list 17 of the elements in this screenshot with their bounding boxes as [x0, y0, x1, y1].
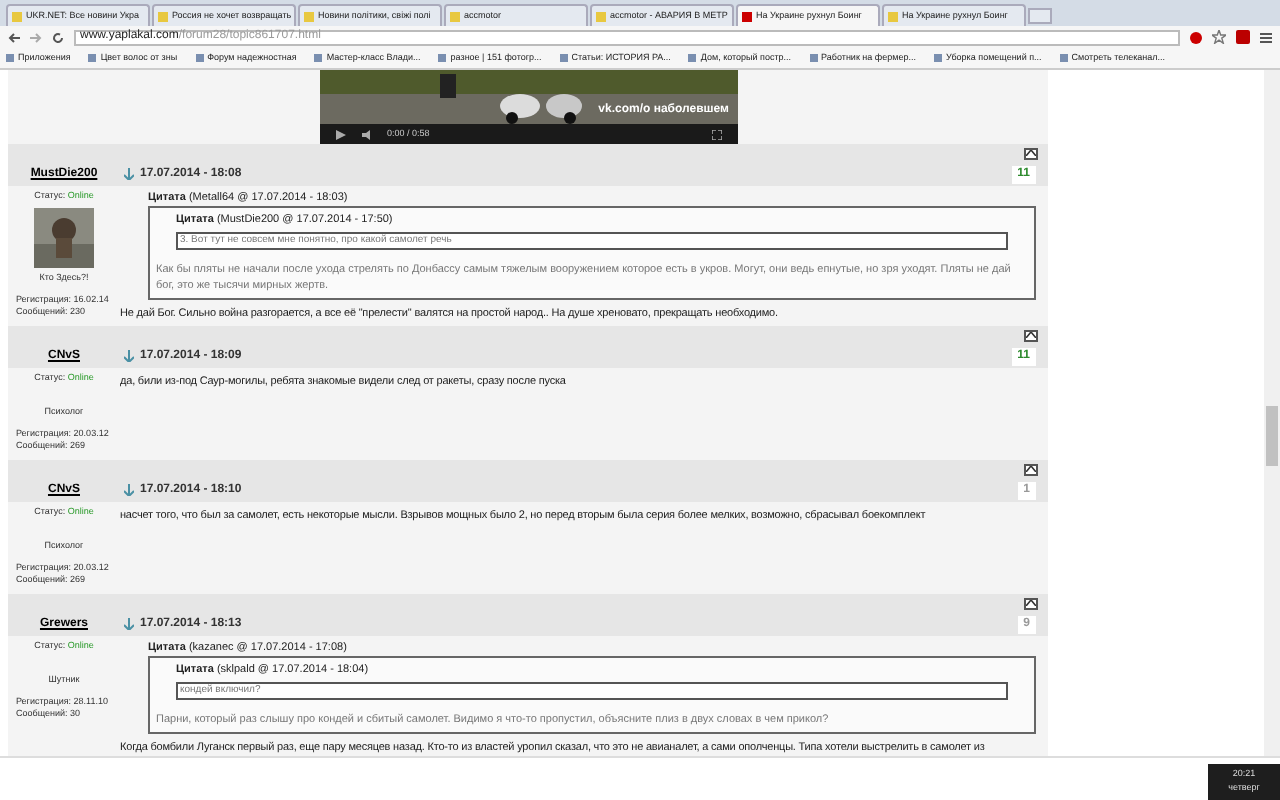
reload-icon[interactable] [52, 31, 64, 43]
scroll-top-icon[interactable] [1024, 329, 1038, 341]
back-icon[interactable] [8, 31, 20, 43]
scroll-top-icon[interactable] [1024, 147, 1038, 159]
star-icon[interactable] [1212, 30, 1226, 44]
scrollbar[interactable] [1264, 70, 1280, 756]
fullscreen-icon[interactable] [711, 129, 721, 139]
scroll-top-icon[interactable] [1024, 597, 1038, 609]
volume-icon[interactable] [361, 129, 371, 139]
scroll-top-icon[interactable] [1024, 463, 1038, 475]
arrow-icon [124, 168, 134, 180]
arrow-icon [124, 618, 134, 630]
arrow-icon [124, 350, 134, 362]
menu-icon[interactable] [1260, 31, 1272, 43]
arrow-icon [124, 484, 134, 496]
extension-icon[interactable] [1190, 31, 1202, 43]
play-icon[interactable] [335, 129, 345, 139]
